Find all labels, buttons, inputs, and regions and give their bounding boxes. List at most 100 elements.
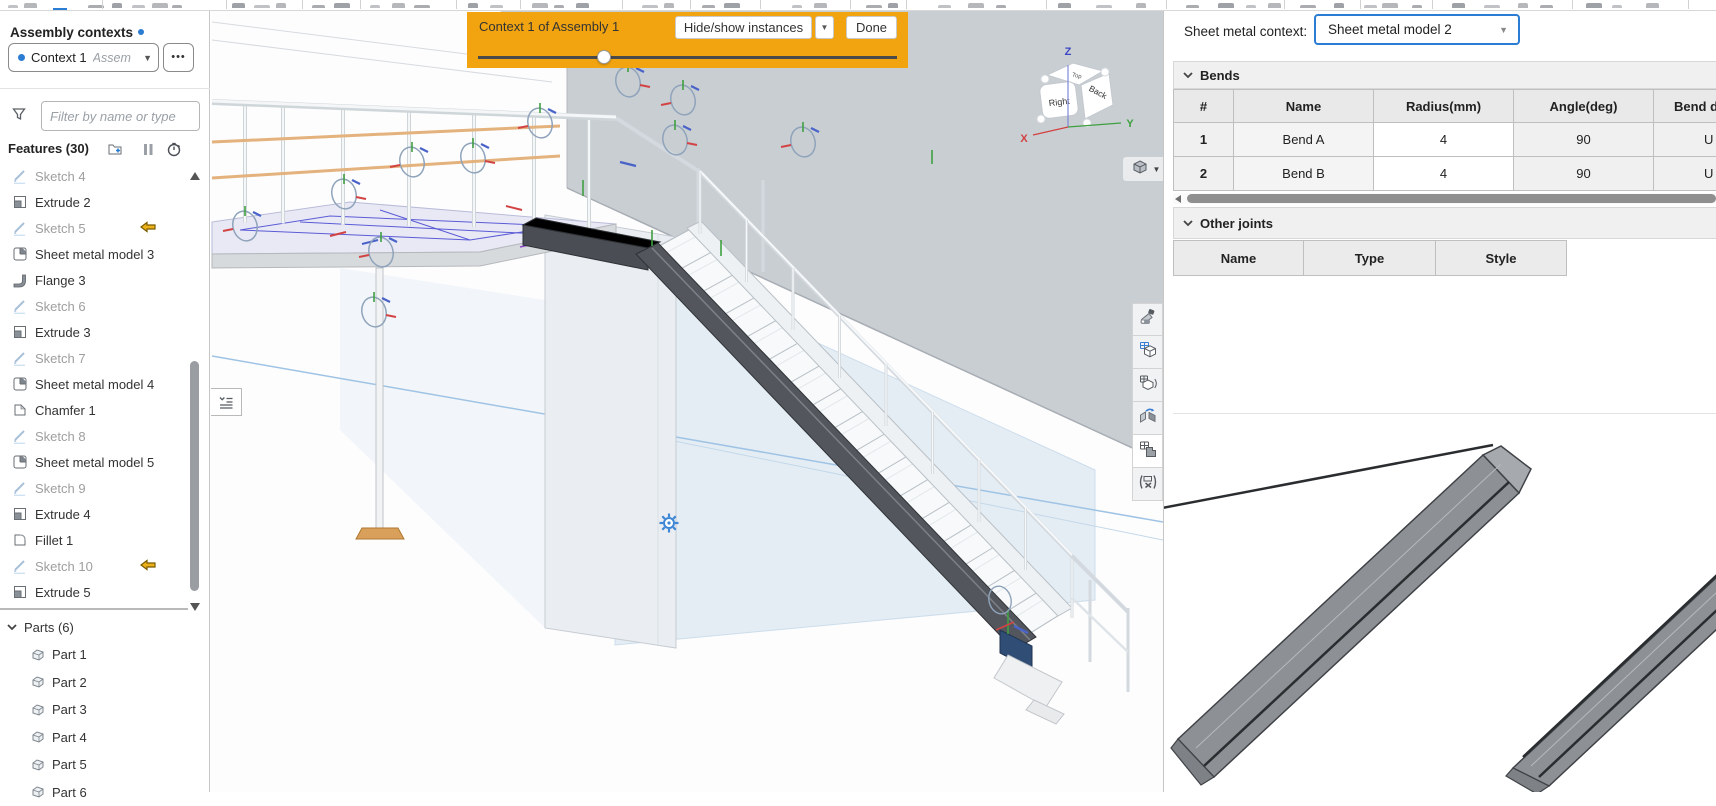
feature-row[interactable]: Sheet metal model 4 — [0, 371, 188, 397]
feature-row[interactable]: Sketch 10 — [0, 553, 188, 579]
toolbar-icon-fragment[interactable] — [576, 3, 589, 8]
toolbar-icon-fragment[interactable] — [1364, 5, 1377, 8]
feature-row[interactable]: Sketch 9 — [0, 475, 188, 501]
scroll-up-arrow-icon[interactable] — [190, 172, 200, 180]
toolbar-icon-fragment[interactable] — [1382, 3, 1398, 8]
toolbar-icon-fragment[interactable] — [702, 5, 715, 8]
bends-cell[interactable]: U — [1654, 157, 1716, 191]
feature-list-scrollbar[interactable] — [188, 156, 202, 614]
toolbar-icon-fragment[interactable] — [1484, 5, 1500, 8]
flat-pattern-preview[interactable] — [1164, 414, 1716, 792]
toolbar-icon-fragment[interactable] — [1096, 5, 1112, 8]
toolbar-icon-fragment[interactable] — [642, 5, 658, 8]
toolbar-icon-fragment[interactable] — [1334, 3, 1344, 8]
slider-handle[interactable] — [597, 50, 611, 64]
bends-section-header[interactable]: Bends — [1173, 61, 1716, 89]
feature-row[interactable]: Sketch 5 — [0, 215, 188, 241]
concrete-pillar[interactable] — [545, 215, 676, 648]
toolbar-icon-fragment[interactable] — [532, 3, 548, 8]
flat-pattern-part-2[interactable] — [1506, 575, 1716, 792]
toolbar-icon-fragment[interactable] — [1612, 5, 1622, 8]
toolbar-icon-fragment[interactable] — [172, 5, 182, 8]
toolbar-icon-fragment[interactable] — [1268, 3, 1281, 8]
toolbar-icon-fragment[interactable] — [938, 5, 951, 8]
toolbar-icon-fragment[interactable] — [370, 5, 380, 8]
toolbar-icon-fragment[interactable] — [468, 3, 478, 8]
feature-row[interactable]: Fillet 1 — [0, 527, 188, 553]
toolbar-icon-fragment[interactable] — [1540, 5, 1553, 8]
bends-cell[interactable]: U — [1654, 123, 1716, 157]
bends-cell[interactable]: 4 — [1374, 157, 1514, 191]
toolbar-icon-fragment[interactable] — [724, 3, 740, 8]
transparency-slider[interactable] — [478, 56, 897, 59]
isometric-view-button[interactable] — [1132, 336, 1163, 369]
toolbar-icon-fragment[interactable] — [232, 3, 245, 8]
toolbar-icon-fragment[interactable] — [312, 5, 325, 8]
feature-row[interactable]: Sketch 6 — [0, 293, 188, 319]
scroll-down-arrow-icon[interactable] — [190, 603, 200, 611]
toolbar-icon-fragment[interactable] — [152, 3, 168, 8]
toolbar-icon-fragment[interactable] — [1586, 3, 1602, 8]
part-row[interactable]: Part 6 — [0, 779, 188, 806]
other-joints-section-header[interactable]: Other joints — [1173, 207, 1716, 239]
feature-row[interactable]: Extrude 5 — [0, 579, 188, 605]
feature-list-toggle-button[interactable] — [211, 388, 242, 416]
filter-input[interactable] — [41, 101, 200, 131]
context-overflow-menu-button[interactable]: ••• — [163, 43, 194, 72]
toolbar-icon-fragment[interactable] — [1058, 3, 1071, 8]
toolbar-icon-fragment[interactable] — [792, 5, 802, 8]
hide-show-instances-button[interactable]: Hide/show instances — [675, 16, 812, 39]
origin-marker-icon[interactable] — [660, 514, 679, 533]
toolbar-icon-fragment[interactable] — [554, 5, 564, 8]
update-arrow-icon[interactable] — [138, 221, 158, 236]
suppress-pause-icon[interactable] — [140, 141, 156, 160]
feature-row[interactable]: Sketch 7 — [0, 345, 188, 371]
toolbar-icon-fragment[interactable] — [1218, 3, 1234, 8]
feature-row[interactable]: Sketch 8 — [0, 423, 188, 449]
feature-row[interactable]: Extrude 4 — [0, 501, 188, 527]
toolbar-icon-fragment[interactable] — [996, 5, 1006, 8]
toolbar-icon-fragment[interactable] — [132, 5, 145, 8]
toolbar-icon-fragment[interactable] — [254, 5, 270, 8]
sheet-metal-context-dropdown[interactable]: Sheet metal model 2 ▼ — [1314, 14, 1520, 45]
feature-row[interactable]: Sketch 4 — [0, 163, 188, 189]
toolbar-icon-fragment[interactable] — [414, 5, 430, 8]
toolbar-icon-fragment[interactable] — [8, 5, 18, 8]
flat-pattern-part-1[interactable] — [1164, 445, 1531, 785]
toolbar-icon-fragment[interactable] — [1186, 5, 1199, 8]
toolbar-icon-fragment[interactable] — [968, 3, 984, 8]
bends-table-row[interactable]: 2Bend B490U — [1174, 157, 1716, 191]
feature-row[interactable]: Sheet metal model 3 — [0, 241, 188, 267]
toolbar-icon-fragment[interactable] — [664, 3, 674, 8]
part-row[interactable]: Part 1 — [0, 641, 188, 669]
done-button[interactable]: Done — [846, 16, 897, 39]
toolbar-icon-fragment[interactable] — [814, 3, 827, 8]
hide-show-caret-button[interactable]: ▼ — [815, 16, 834, 39]
context-dropdown[interactable]: Context 1 Assem ▼ — [8, 43, 159, 72]
feature-row[interactable]: Flange 3 — [0, 267, 188, 293]
update-arrow-icon[interactable] — [138, 559, 158, 574]
toolbar-icon-fragment[interactable] — [866, 5, 882, 8]
scroll-left-arrow-icon[interactable] — [1175, 195, 1181, 203]
toolbar-icon-fragment[interactable] — [1412, 5, 1422, 8]
toolbar-icon-fragment[interactable] — [1452, 3, 1465, 8]
toolbar-icon-fragment[interactable] — [1518, 3, 1528, 8]
new-folder-icon[interactable] — [107, 141, 123, 160]
toolbar-icon-fragment[interactable] — [1136, 3, 1146, 8]
toolbar-icon-fragment[interactable] — [1246, 5, 1256, 8]
part-row[interactable]: Part 3 — [0, 696, 188, 724]
toolbar-icon-fragment[interactable] — [888, 3, 898, 8]
feature-row[interactable]: Extrude 2 — [0, 189, 188, 215]
toolbar-icon-fragment[interactable] — [276, 3, 286, 8]
formed-state-button[interactable] — [1132, 468, 1163, 501]
part-row[interactable]: Part 2 — [0, 669, 188, 697]
flat-pattern-button[interactable] — [1132, 435, 1163, 468]
appearance-button[interactable] — [1132, 303, 1163, 336]
toolbar-icon-fragment[interactable] — [112, 3, 122, 8]
toolbar-icon-fragment[interactable] — [392, 3, 405, 8]
feature-row[interactable]: Chamfer 1 — [0, 397, 188, 423]
scrollbar-thumb[interactable] — [1187, 194, 1716, 203]
feature-row[interactable]: Sheet metal model 5 — [0, 449, 188, 475]
part-row[interactable]: Part 5 — [0, 751, 188, 779]
view-cube[interactable]: Right Back Top Z X Y — [1011, 39, 1151, 164]
